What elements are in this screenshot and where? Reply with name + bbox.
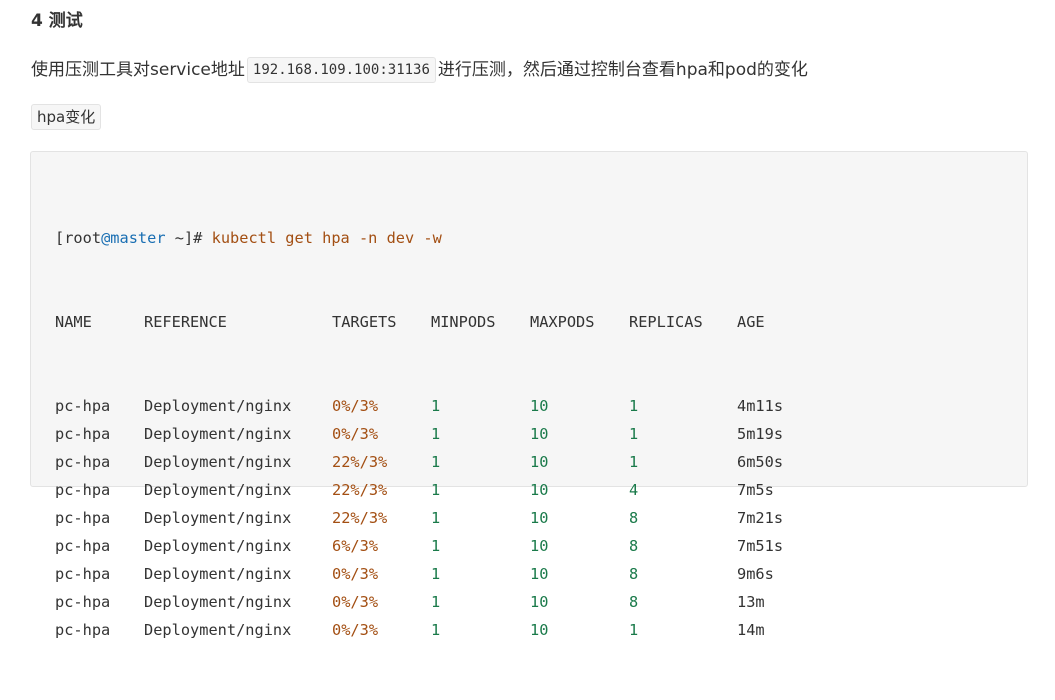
cell-name: pc-hpa	[55, 397, 111, 415]
cell-targets: 0%/3%	[332, 621, 379, 639]
header-name: NAME	[55, 313, 92, 331]
cell-age: 13m	[737, 593, 765, 611]
table-row: pc-hpa Deployment/nginx 0%/3% 1 10 1 4m11s	[55, 392, 783, 420]
cell-name: pc-hpa	[55, 621, 111, 639]
cell-age: 9m6s	[737, 565, 774, 583]
cell-minpods: 1	[431, 397, 441, 415]
cell-age: 14m	[737, 621, 765, 639]
cell-replicas: 4	[629, 481, 639, 499]
cell-maxpods: 10	[530, 621, 549, 639]
prompt-dir: ~	[165, 229, 184, 247]
cell-replicas: 1	[629, 397, 639, 415]
header-targets: TARGETS	[332, 313, 397, 331]
cell-reference: Deployment/nginx	[144, 537, 292, 555]
cell-targets: 0%/3%	[332, 425, 379, 443]
cell-name: pc-hpa	[55, 537, 111, 555]
cell-replicas: 8	[629, 537, 639, 555]
terminal-code-block: [root@master ~]# kubectl get hpa -n dev …	[30, 151, 1028, 639]
table-row: pc-hpa Deployment/nginx 22%/3% 1 10 8 7m21s	[55, 504, 783, 532]
prompt-at: @	[101, 229, 111, 247]
table-row: pc-hpa Deployment/nginx 0%/3% 1 10 1 14m	[55, 616, 783, 644]
intro-text-after: 进行压测，然后通过控制台查看hpa和pod的变化	[437, 60, 808, 80]
cell-minpods: 1	[431, 453, 441, 471]
header-reference: REFERENCE	[144, 313, 227, 331]
table-rows: pc-hpa Deployment/nginx 0%/3% 1 10 1 4m11s pc-h…	[55, 392, 783, 644]
cell-minpods: 1	[431, 425, 441, 443]
header-maxpods: MAXPODS	[530, 313, 595, 331]
section-heading: 4 测试	[31, 11, 83, 31]
cell-maxpods: 10	[530, 481, 549, 499]
cell-maxpods: 10	[530, 453, 549, 471]
table-row: pc-hpa Deployment/nginx 22%/3% 1 10 4 7m5s	[55, 476, 783, 504]
table-row: pc-hpa Deployment/nginx 0%/3% 1 10 1 5m19s	[55, 420, 783, 448]
cell-targets: 0%/3%	[332, 593, 379, 611]
cell-targets: 0%/3%	[332, 397, 379, 415]
cell-maxpods: 10	[530, 397, 549, 415]
cell-targets: 0%/3%	[332, 565, 379, 583]
cell-age: 5m19s	[737, 425, 784, 443]
header-replicas: REPLICAS	[629, 313, 703, 331]
cell-name: pc-hpa	[55, 565, 111, 583]
cell-maxpods: 10	[530, 425, 549, 443]
cell-age: 4m11s	[737, 397, 784, 415]
cell-minpods: 1	[431, 621, 441, 639]
cell-name: pc-hpa	[55, 425, 111, 443]
terminal-output: [root@master ~]# kubectl get hpa -n dev …	[55, 168, 783, 700]
cell-name: pc-hpa	[55, 453, 111, 471]
cell-maxpods: 10	[530, 593, 549, 611]
header-age: AGE	[737, 313, 765, 331]
cell-maxpods: 10	[530, 509, 549, 527]
cell-reference: Deployment/nginx	[144, 509, 292, 527]
prompt-close: ]#	[183, 229, 212, 247]
cell-name: pc-hpa	[55, 593, 111, 611]
cell-replicas: 1	[629, 621, 639, 639]
cell-age: 6m50s	[737, 453, 784, 471]
command-text: kubectl get hpa -n dev -w	[211, 229, 442, 247]
intro-text-before: 使用压测工具对service地址	[31, 60, 245, 80]
cell-minpods: 1	[431, 509, 441, 527]
cell-targets: 22%/3%	[332, 453, 388, 471]
cell-maxpods: 10	[530, 565, 549, 583]
header-minpods: MINPODS	[431, 313, 496, 331]
cell-name: pc-hpa	[55, 509, 111, 527]
cell-age: 7m5s	[737, 481, 774, 499]
prompt-host: master	[110, 229, 166, 247]
cell-reference: Deployment/nginx	[144, 593, 292, 611]
table-row: pc-hpa Deployment/nginx 0%/3% 1 10 8 13m	[55, 588, 783, 616]
cell-maxpods: 10	[530, 537, 549, 555]
cell-minpods: 1	[431, 481, 441, 499]
cell-reference: Deployment/nginx	[144, 481, 292, 499]
cell-replicas: 8	[629, 509, 639, 527]
cell-targets: 22%/3%	[332, 481, 388, 499]
prompt-open: [	[55, 229, 65, 247]
hpa-change-tag-line: hpa变化	[31, 104, 102, 130]
cell-minpods: 1	[431, 593, 441, 611]
cell-replicas: 1	[629, 453, 639, 471]
cell-targets: 22%/3%	[332, 509, 388, 527]
intro-paragraph: 使用压测工具对service地址 192.168.109.100:31136 进行压…	[31, 56, 808, 84]
cell-name: pc-hpa	[55, 481, 111, 499]
cell-reference: Deployment/nginx	[144, 565, 292, 583]
cell-reference: Deployment/nginx	[144, 397, 292, 415]
table-header-row: NAME REFERENCE TARGETS MINPODS MAXPODS REPLIC…	[55, 308, 783, 336]
cell-targets: 6%/3%	[332, 537, 379, 555]
cell-replicas: 8	[629, 593, 639, 611]
table-row: pc-hpa Deployment/nginx 6%/3% 1 10 8 7m51s	[55, 532, 783, 560]
table-row: pc-hpa Deployment/nginx 22%/3% 1 10 1 6m50s	[55, 448, 783, 476]
cell-age: 7m21s	[737, 509, 784, 527]
cell-minpods: 1	[431, 565, 441, 583]
cell-reference: Deployment/nginx	[144, 425, 292, 443]
table-row: pc-hpa Deployment/nginx 0%/3% 1 10 8 9m6s	[55, 560, 783, 588]
hpa-change-tag: hpa变化	[31, 104, 102, 130]
cell-replicas: 1	[629, 425, 639, 443]
cell-reference: Deployment/nginx	[144, 453, 292, 471]
cell-reference: Deployment/nginx	[144, 621, 292, 639]
cell-replicas: 8	[629, 565, 639, 583]
prompt-user: root	[64, 229, 102, 247]
service-address-code: 192.168.109.100:31136	[246, 57, 436, 83]
cell-minpods: 1	[431, 537, 441, 555]
command-line: [root@master ~]# kubectl get hpa -n dev …	[55, 224, 783, 252]
cell-age: 7m51s	[737, 537, 784, 555]
